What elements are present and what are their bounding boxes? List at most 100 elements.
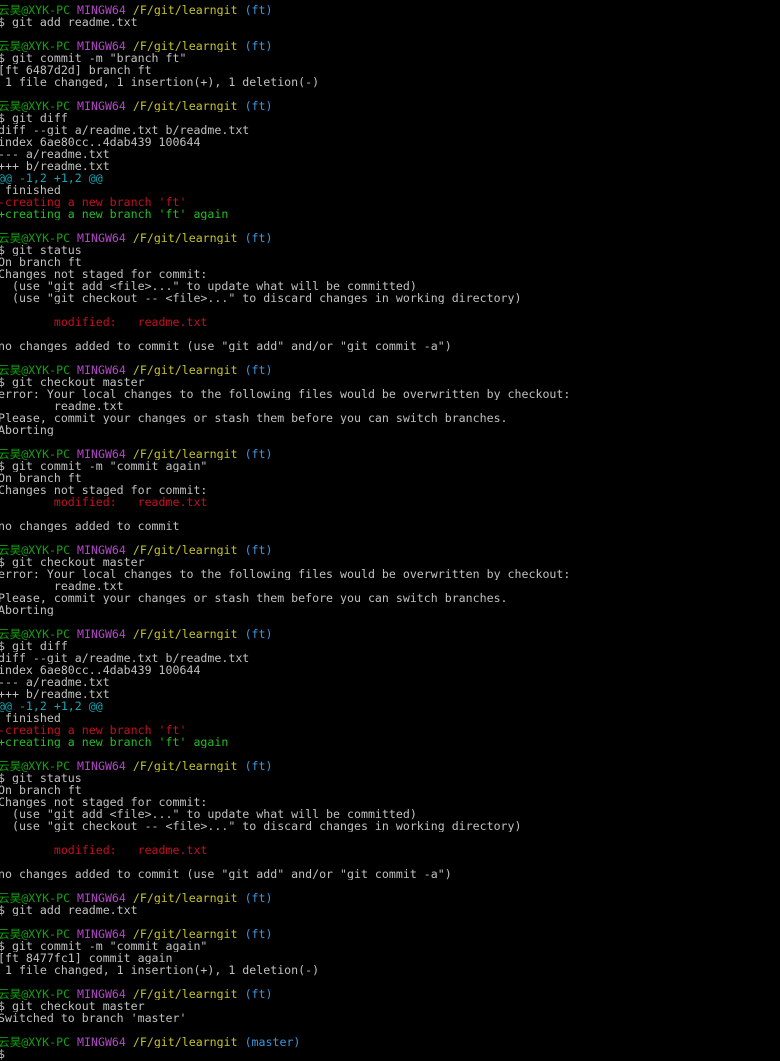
output-text: Switched to branch 'master' xyxy=(0,1012,187,1024)
prompt-user-host: 云昊@XYK-PC xyxy=(0,364,78,376)
output-text: index 6ae80cc..4dab439 100644 xyxy=(0,664,201,676)
output-text: (use "git checkout -- <file>..." to disc… xyxy=(0,820,522,832)
output-line: $ xyxy=(0,1048,780,1060)
output-line: +++ b/readme.txt xyxy=(0,688,780,700)
output-line: On branch ft xyxy=(0,256,780,268)
prompt-user-host: 云昊@XYK-PC xyxy=(0,448,78,460)
prompt-shell: MINGW64 xyxy=(77,232,133,244)
output-line: Please, commit your changes or stash the… xyxy=(0,592,780,604)
output-line: error: Your local changes to the followi… xyxy=(0,388,780,400)
prompt-branch: (ft) xyxy=(244,232,273,244)
output-line: modified: readme.txt xyxy=(0,496,780,508)
prompt-path: /F/git/learngit xyxy=(132,544,245,556)
output-text: Aborting xyxy=(0,424,54,436)
output-text: On branch ft xyxy=(0,472,82,484)
command-text: $ git commit -m "branch ft" xyxy=(0,52,187,64)
prompt-user-host: 云昊@XYK-PC xyxy=(0,1036,78,1048)
output-text: On branch ft xyxy=(0,256,82,268)
output-text: Changes not staged for commit: xyxy=(0,268,208,280)
prompt-line: 云昊@XYK-PC MINGW64 /F/git/learngit (ft) xyxy=(0,892,780,904)
output-line: @@ -1,2 +1,2 @@ xyxy=(0,172,780,184)
prompt-shell: MINGW64 xyxy=(77,40,133,52)
command-text: $ git checkout master xyxy=(0,1000,145,1012)
command-text: $ xyxy=(0,1048,5,1060)
output-text: @@ -1,2 +1,2 @@ xyxy=(0,700,103,712)
output-line: Changes not staged for commit: xyxy=(0,796,780,808)
output-line: $ git diff xyxy=(0,640,780,652)
output-text: +++ b/readme.txt xyxy=(0,688,110,700)
prompt-shell: MINGW64 xyxy=(77,544,133,556)
output-text: error: Your local changes to the followi… xyxy=(0,388,571,400)
output-line: (use "git add <file>..." to update what … xyxy=(0,808,780,820)
prompt-branch: (ft) xyxy=(244,40,273,52)
prompt-shell: MINGW64 xyxy=(77,1036,133,1048)
output-text: readme.txt xyxy=(0,580,124,592)
output-line: no changes added to commit (use "git add… xyxy=(0,340,780,352)
prompt-branch: (ft) xyxy=(244,4,273,16)
prompt-user-host: 云昊@XYK-PC xyxy=(0,988,78,1000)
output-text: Please, commit your changes or stash the… xyxy=(0,412,508,424)
prompt-user-host: 云昊@XYK-PC xyxy=(0,928,78,940)
output-line: [ft 6487d2d] branch ft xyxy=(0,64,780,76)
output-text: 1 file changed, 1 insertion(+), 1 deleti… xyxy=(0,76,320,88)
output-line: error: Your local changes to the followi… xyxy=(0,568,780,580)
output-line: diff --git a/readme.txt b/readme.txt xyxy=(0,652,780,664)
prompt-path: /F/git/learngit xyxy=(132,760,245,772)
output-text: modified: readme.txt xyxy=(0,496,208,508)
prompt-shell: MINGW64 xyxy=(77,448,133,460)
prompt-shell: MINGW64 xyxy=(77,4,133,16)
prompt-shell: MINGW64 xyxy=(77,628,133,640)
command-text: $ git commit -m "commit again" xyxy=(0,940,208,952)
output-line: readme.txt xyxy=(0,400,780,412)
prompt-user-host: 云昊@XYK-PC xyxy=(0,628,78,640)
output-text: @@ -1,2 +1,2 @@ xyxy=(0,172,103,184)
prompt-user-host: 云昊@XYK-PC xyxy=(0,892,78,904)
output-line: Changes not staged for commit: xyxy=(0,268,780,280)
prompt-line: 云昊@XYK-PC MINGW64 /F/git/learngit (ft) xyxy=(0,544,780,556)
output-line: $ git add readme.txt xyxy=(0,16,780,28)
prompt-line: 云昊@XYK-PC MINGW64 /F/git/learngit (ft) xyxy=(0,928,780,940)
prompt-line: 云昊@XYK-PC MINGW64 /F/git/learngit (ft) xyxy=(0,40,780,52)
output-text: readme.txt xyxy=(0,400,124,412)
command-text: $ git diff xyxy=(0,112,68,124)
prompt-path: /F/git/learngit xyxy=(132,928,245,940)
output-line: $ git commit -m "branch ft" xyxy=(0,52,780,64)
command-text: $ git status xyxy=(0,772,82,784)
prompt-shell: MINGW64 xyxy=(77,364,133,376)
prompt-branch: (ft) xyxy=(244,928,273,940)
prompt-line: 云昊@XYK-PC MINGW64 /F/git/learngit (maste… xyxy=(0,1036,780,1048)
output-line: modified: readme.txt xyxy=(0,316,780,328)
output-line: index 6ae80cc..4dab439 100644 xyxy=(0,136,780,148)
prompt-branch: (ft) xyxy=(244,988,273,1000)
prompt-user-host: 云昊@XYK-PC xyxy=(0,4,78,16)
output-text: no changes added to commit (use "git add… xyxy=(0,868,452,880)
prompt-line: 云昊@XYK-PC MINGW64 /F/git/learngit (ft) xyxy=(0,448,780,460)
output-text: --- a/readme.txt xyxy=(0,148,110,160)
output-line: 1 file changed, 1 insertion(+), 1 deleti… xyxy=(0,76,780,88)
prompt-path: /F/git/learngit xyxy=(132,4,245,16)
prompt-user-host: 云昊@XYK-PC xyxy=(0,544,78,556)
output-line: Changes not staged for commit: xyxy=(0,484,780,496)
output-line: $ git status xyxy=(0,244,780,256)
output-line: On branch ft xyxy=(0,784,780,796)
command-text: $ git commit -m "commit again" xyxy=(0,460,208,472)
terminal-output[interactable]: 云昊@XYK-PC MINGW64 /F/git/learngit (ft) $ … xyxy=(0,4,780,1060)
output-line: readme.txt xyxy=(0,580,780,592)
output-text: diff --git a/readme.txt b/readme.txt xyxy=(0,652,250,664)
output-line: Aborting xyxy=(0,424,780,436)
prompt-shell: MINGW64 xyxy=(77,928,133,940)
prompt-branch: (master) xyxy=(244,1036,301,1048)
output-text: Aborting xyxy=(0,604,54,616)
prompt-user-host: 云昊@XYK-PC xyxy=(0,760,78,772)
output-line: $ git checkout master xyxy=(0,376,780,388)
output-line: no changes added to commit xyxy=(0,520,780,532)
output-text: [ft 6487d2d] branch ft xyxy=(0,64,152,76)
prompt-user-host: 云昊@XYK-PC xyxy=(0,40,78,52)
output-text: [ft 8477fc1] commit again xyxy=(0,952,173,964)
